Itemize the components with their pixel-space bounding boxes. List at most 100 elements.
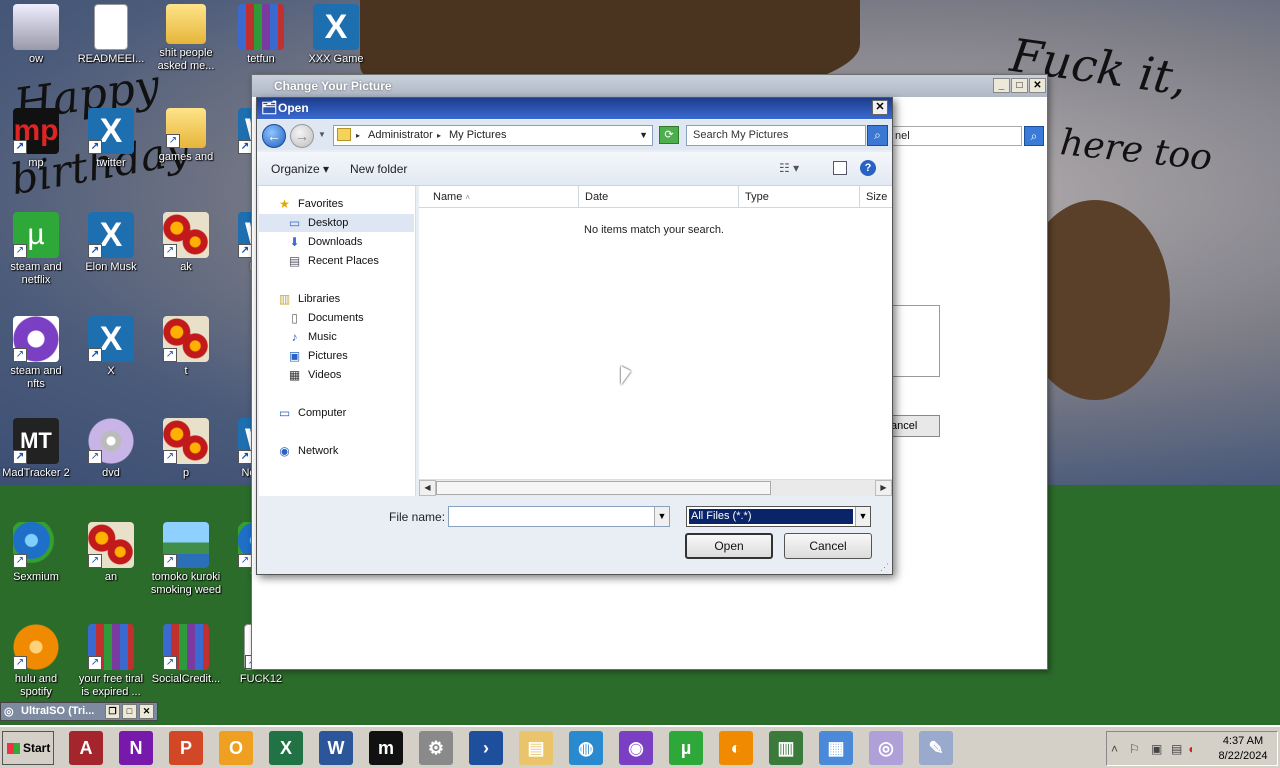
close-button[interactable]: ✕ bbox=[1029, 78, 1046, 93]
explorer-icon[interactable]: ▤ bbox=[519, 731, 553, 765]
restore-button[interactable]: ❐ bbox=[105, 704, 120, 719]
orb-icon[interactable]: ◐ bbox=[719, 731, 753, 765]
power-tray-icon[interactable]: ▤ bbox=[1171, 742, 1182, 756]
column-header-date[interactable]: Date bbox=[579, 186, 739, 208]
outlook-icon[interactable]: O bbox=[219, 731, 253, 765]
powershell-icon[interactable]: › bbox=[469, 731, 503, 765]
clock-time[interactable]: 4:37 AM bbox=[1207, 735, 1279, 747]
ultraiso-minimized-window[interactable]: ◎ UltraISO (Tri... ❐ □ ✕ bbox=[0, 702, 158, 721]
show-hidden-icons-icon[interactable]: ˄ bbox=[1111, 742, 1118, 756]
forward-arrow-icon[interactable]: → bbox=[290, 124, 314, 148]
mp-icon[interactable]: m bbox=[369, 731, 403, 765]
network-card-icon[interactable]: ▥ bbox=[769, 731, 803, 765]
file-name-input[interactable]: ▼ bbox=[448, 506, 670, 527]
views-icon[interactable]: ☷ ▾ bbox=[779, 161, 799, 175]
resize-grip-icon[interactable]: ⋰ bbox=[880, 562, 890, 572]
control-panel-icon[interactable]: ▦ bbox=[819, 731, 853, 765]
new-folder-button[interactable]: New folder bbox=[350, 162, 407, 176]
column-header-size[interactable]: Size bbox=[860, 186, 892, 208]
desktop-icon[interactable]: ↗ steam and nfts bbox=[0, 316, 72, 391]
desktop-icon[interactable]: X ↗ twitter bbox=[75, 108, 147, 170]
word-icon[interactable]: W bbox=[319, 731, 353, 765]
desktop-icon[interactable]: ↗ dvd bbox=[75, 418, 147, 480]
dvd-icon[interactable]: ◎ bbox=[869, 731, 903, 765]
parent-titlebar[interactable]: Change Your Picture _ □ ✕ bbox=[252, 75, 1047, 97]
file-type-dropdown-icon[interactable]: ▼ bbox=[855, 507, 870, 526]
maximize-button[interactable]: □ bbox=[1011, 78, 1028, 93]
desktop-icon[interactable]: ↗ SocialCredit... bbox=[150, 624, 222, 686]
open-button[interactable]: Open bbox=[685, 533, 773, 559]
desktop-icon[interactable]: tetfun bbox=[225, 4, 297, 66]
back-arrow-icon[interactable]: ← bbox=[262, 124, 286, 148]
maximize-button[interactable]: □ bbox=[122, 704, 137, 719]
utorrent-icon[interactable]: µ bbox=[669, 731, 703, 765]
desktop-icon[interactable]: ↗ games and bbox=[150, 108, 222, 164]
paint-icon[interactable]: ✎ bbox=[919, 731, 953, 765]
desktop-icon-label: shit people asked me... bbox=[157, 47, 215, 72]
address-dropdown-icon[interactable]: ▼ bbox=[639, 126, 648, 145]
file-name-dropdown-icon[interactable]: ▼ bbox=[654, 507, 669, 526]
scroll-right-icon[interactable]: ▶ bbox=[875, 480, 892, 496]
desktop-icon[interactable]: X ↗ X bbox=[75, 316, 147, 378]
start-button[interactable]: Start bbox=[2, 731, 54, 765]
desktop-icon-label: Elon Musk bbox=[85, 261, 137, 273]
desktop-icon[interactable]: ↗ your free tiral is expired ... bbox=[75, 624, 147, 699]
minimize-button[interactable]: _ bbox=[993, 78, 1010, 93]
desktop-icon[interactable]: ↗ t bbox=[150, 316, 222, 378]
address-bar[interactable]: ▸ Administrator ▸ My Pictures ▼ bbox=[333, 125, 653, 146]
organize-button[interactable]: Organize ▾ bbox=[271, 162, 329, 176]
breadcrumb-chevron-icon[interactable]: ▸ bbox=[437, 126, 441, 145]
breadcrumb-my-pictures[interactable]: My Pictures bbox=[449, 126, 506, 145]
action-center-flag-icon[interactable]: ⚐ bbox=[1129, 742, 1140, 756]
desktop-icon[interactable]: ↗ tomoko kuroki smoking weed bbox=[150, 522, 222, 597]
volume-muted-icon[interactable]: ◖ bbox=[1187, 742, 1194, 756]
network-setup-icon[interactable]: ⚙ bbox=[419, 731, 453, 765]
recent-pages-chevron-icon[interactable]: ▼ bbox=[318, 130, 326, 139]
access-icon[interactable]: A bbox=[69, 731, 103, 765]
parent-cancel-button[interactable]: ancel bbox=[888, 415, 940, 437]
column-header-type[interactable]: Type bbox=[739, 186, 860, 208]
desktop-icon[interactable]: µ ↗ steam and netflix bbox=[0, 212, 72, 287]
globe-icon[interactable]: ◍ bbox=[569, 731, 603, 765]
breadcrumb-chevron-icon[interactable]: ▸ bbox=[356, 126, 360, 145]
desktop-icon[interactable]: ↗ p bbox=[150, 418, 222, 480]
excel-icon[interactable]: X bbox=[269, 731, 303, 765]
desktop-icon-label: tomoko kuroki smoking weed bbox=[150, 571, 222, 596]
desktop-icon[interactable]: X ↗ Elon Musk bbox=[75, 212, 147, 274]
dialog-close-button[interactable]: ✕ bbox=[872, 100, 888, 115]
flower-icon: ↗ bbox=[163, 418, 209, 464]
desktop-icon[interactable]: ↗ hulu and spotify bbox=[0, 624, 72, 699]
bittorrent-icon[interactable]: ◉ bbox=[619, 731, 653, 765]
help-icon[interactable]: ? bbox=[860, 160, 876, 176]
cancel-button[interactable]: Cancel bbox=[784, 533, 872, 559]
desktop-icon[interactable]: ↗ ak bbox=[150, 212, 222, 274]
desktop-icon[interactable]: READMEEI... bbox=[75, 4, 147, 66]
file-type-select[interactable]: All Files (*.*) ▼ bbox=[686, 506, 871, 527]
preview-pane-icon[interactable] bbox=[833, 161, 847, 175]
close-button[interactable]: ✕ bbox=[139, 704, 154, 719]
scroll-left-icon[interactable]: ◀ bbox=[419, 480, 436, 496]
desktop-icon[interactable]: X XXX Game bbox=[300, 4, 372, 66]
desktop-icon[interactable]: mp ↗ mp bbox=[0, 108, 72, 170]
parent-search-icon[interactable]: ⌕ bbox=[1024, 126, 1044, 146]
network-tray-icon[interactable]: ▣ bbox=[1151, 742, 1162, 756]
search-input[interactable]: Search My Pictures bbox=[686, 125, 866, 146]
column-header-name[interactable]: Name ˄ bbox=[419, 186, 579, 208]
refresh-icon[interactable]: ⟳ bbox=[659, 126, 679, 144]
desktop-icon[interactable]: ow bbox=[0, 4, 72, 66]
desktop-icon-label: Sexmium bbox=[13, 571, 59, 583]
desktop-icon[interactable]: ↗ Sexmium bbox=[0, 522, 72, 584]
onenote-icon[interactable]: N bbox=[119, 731, 153, 765]
desktop-icon[interactable]: shit people asked me... bbox=[150, 4, 222, 73]
nav-desktop[interactable]: ▭ Desktop bbox=[259, 214, 414, 232]
dialog-titlebar[interactable]: 🗂 Open ✕ bbox=[257, 98, 892, 119]
desktop-icon[interactable]: ↗ an bbox=[75, 522, 147, 584]
scroll-thumb[interactable] bbox=[436, 481, 771, 495]
clock-date[interactable]: 8/22/2024 bbox=[1207, 750, 1279, 762]
search-icon[interactable]: ⌕ bbox=[867, 125, 888, 146]
parent-search-field[interactable]: nel bbox=[892, 126, 1022, 146]
horizontal-scrollbar[interactable]: ◀ ▶ bbox=[419, 479, 892, 496]
breadcrumb-administrator[interactable]: Administrator bbox=[368, 126, 433, 145]
powerpoint-icon[interactable]: P bbox=[169, 731, 203, 765]
desktop-icon[interactable]: MT ↗ MadTracker 2 bbox=[0, 418, 72, 480]
